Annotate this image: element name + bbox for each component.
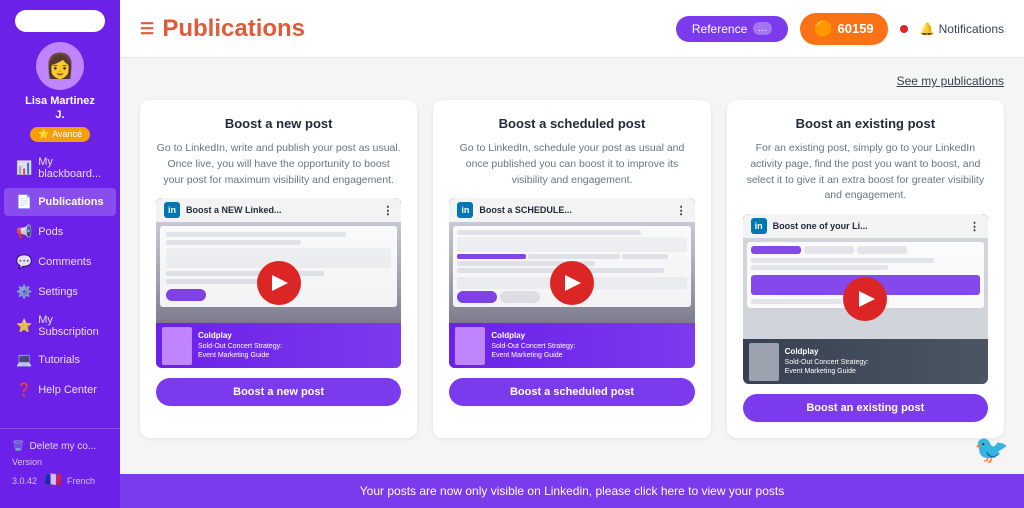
sidebar-item-pods[interactable]: 📢 Pods: [4, 218, 116, 246]
linkedin-icon: in: [164, 202, 180, 218]
see-my-publications-button[interactable]: See my publications: [897, 74, 1004, 88]
video-footer-1: Coldplay Sold-Out Concert Strategy: Even…: [156, 323, 401, 368]
boost-new-card: Boost a new post Go to LinkedIn, write a…: [140, 100, 417, 438]
play-icon-2: [565, 275, 581, 291]
tutorials-icon: 💻: [16, 352, 32, 368]
boost-scheduled-button[interactable]: Boost a scheduled post: [449, 378, 694, 406]
topbar: ☰ Publications Reference ... 🟠 60159 🔔 N…: [120, 0, 1024, 58]
user-badge: ⭐ Avancé: [30, 127, 90, 142]
settings-icon: ⚙️: [16, 284, 32, 300]
linkedin-icon-3: in: [751, 218, 767, 234]
video-footer-2: Coldplay Sold-Out Concert Strategy: Even…: [449, 323, 694, 368]
video-menu-icon-2: ⋮: [676, 204, 687, 217]
sidebar-footer: 🗑️ Delete my co... Version 3.0.42 🇫🇷 Fre…: [0, 428, 120, 499]
reference-menu-icon: ...: [753, 22, 771, 35]
language-flag: 🇫🇷: [45, 469, 62, 490]
subscription-icon: ⭐: [16, 318, 32, 334]
video-footer-3: Coldplay Sold-Out Concert Strategy: Even…: [743, 339, 988, 384]
user-name: Lisa Martinez: [25, 94, 95, 108]
sidebar-item-subscription[interactable]: ⭐ My Subscription: [4, 308, 116, 344]
card-desc-new: Go to LinkedIn, write and publish your p…: [156, 141, 401, 188]
card-desc-scheduled: Go to LinkedIn, schedule your post as us…: [449, 141, 694, 188]
video-footer-image-2: [455, 327, 485, 365]
video-footer-image-3: [749, 343, 779, 381]
video-footer-image-1: [162, 327, 192, 365]
video-new[interactable]: in Boost a NEW Linked... ⋮: [156, 198, 401, 368]
content-header: See my publications: [140, 74, 1004, 88]
main-content: ☰ Publications Reference ... 🟠 60159 🔔 N…: [120, 0, 1024, 508]
page-title-icon: ☰: [140, 19, 154, 39]
card-title-new: Boost a new post: [225, 116, 333, 131]
sidebar-item-help[interactable]: ❓ Help Center: [4, 376, 116, 404]
play-button-1[interactable]: [257, 261, 301, 305]
reference-button[interactable]: Reference ...: [676, 16, 788, 42]
version-info: Version 3.0.42 🇫🇷 French: [12, 456, 108, 491]
bird-mascot: 🐦: [974, 433, 1014, 473]
video-menu-icon: ⋮: [382, 204, 393, 217]
cards-grid: Boost a new post Go to LinkedIn, write a…: [140, 100, 1004, 438]
video-existing[interactable]: in Boost one of your Li... ⋮: [743, 214, 988, 384]
notifications-button[interactable]: 🔔 Notifications: [920, 22, 1004, 36]
play-button-2[interactable]: [550, 261, 594, 305]
boost-existing-card: Boost an existing post For an existing p…: [727, 100, 1004, 438]
video-menu-icon-3: ⋮: [969, 220, 980, 233]
sidebar-navigation: 📊 My blackboard... 📄 Publications 📢 Pods…: [0, 150, 120, 404]
video-footer-text-2: Coldplay Sold-Out Concert Strategy: Even…: [491, 331, 575, 360]
bottom-notification-bar[interactable]: Your posts are now only visible on Linke…: [120, 474, 1024, 508]
play-icon-3: [859, 291, 875, 307]
card-desc-existing: For an existing post, simply go to your …: [743, 141, 988, 204]
content-area: See my publications Boost a new post Go …: [120, 58, 1024, 508]
card-title-existing: Boost an existing post: [796, 116, 935, 131]
page-title: ☰ Publications: [140, 15, 305, 43]
boost-scheduled-card: Boost a scheduled post Go to LinkedIn, s…: [433, 100, 710, 438]
topbar-actions: Reference ... 🟠 60159 🔔 Notifications: [676, 13, 1004, 45]
bell-icon: 🔔: [920, 22, 935, 36]
video-footer-text-3: Coldplay Sold-Out Concert Strategy: Even…: [785, 347, 869, 376]
play-icon-1: [272, 275, 288, 291]
sidebar-item-publications[interactable]: 📄 Publications: [4, 188, 116, 216]
coin-icon: 🟠: [814, 19, 834, 39]
sidebar-item-dashboard[interactable]: 📊 My blackboard...: [4, 150, 116, 186]
linkedin-icon-2: in: [457, 202, 473, 218]
star-icon: ⭐: [38, 129, 49, 140]
card-title-scheduled: Boost a scheduled post: [499, 116, 646, 131]
video-scheduled[interactable]: in Boost a SCHEDULE... ⋮: [449, 198, 694, 368]
sidebar: 👩 Lisa Martinez J. ⭐ Avancé 📊 My blackbo…: [0, 0, 120, 508]
coins-button[interactable]: 🟠 60159: [800, 13, 888, 45]
dashboard-icon: 📊: [16, 160, 32, 176]
boost-new-button[interactable]: Boost a new post: [156, 378, 401, 406]
comments-icon: 💬: [16, 254, 32, 270]
pods-icon: 📢: [16, 224, 32, 240]
help-icon: ❓: [16, 382, 32, 398]
sidebar-item-settings[interactable]: ⚙️ Settings: [4, 278, 116, 306]
play-button-3[interactable]: [843, 277, 887, 321]
sidebar-item-comments[interactable]: 💬 Comments: [4, 248, 116, 276]
avatar: 👩: [36, 42, 84, 90]
trash-icon: 🗑️: [12, 441, 24, 452]
notification-dot: [900, 25, 908, 33]
video-footer-text-1: Coldplay Sold-Out Concert Strategy: Even…: [198, 331, 282, 360]
publications-icon: 📄: [16, 194, 32, 210]
delete-account-button[interactable]: 🗑️ Delete my co...: [12, 437, 108, 456]
user-name-line2: J.: [55, 108, 64, 122]
sidebar-item-tutorials[interactable]: 💻 Tutorials: [4, 346, 116, 374]
boost-existing-button[interactable]: Boost an existing post: [743, 394, 988, 422]
sidebar-search[interactable]: [15, 10, 105, 32]
